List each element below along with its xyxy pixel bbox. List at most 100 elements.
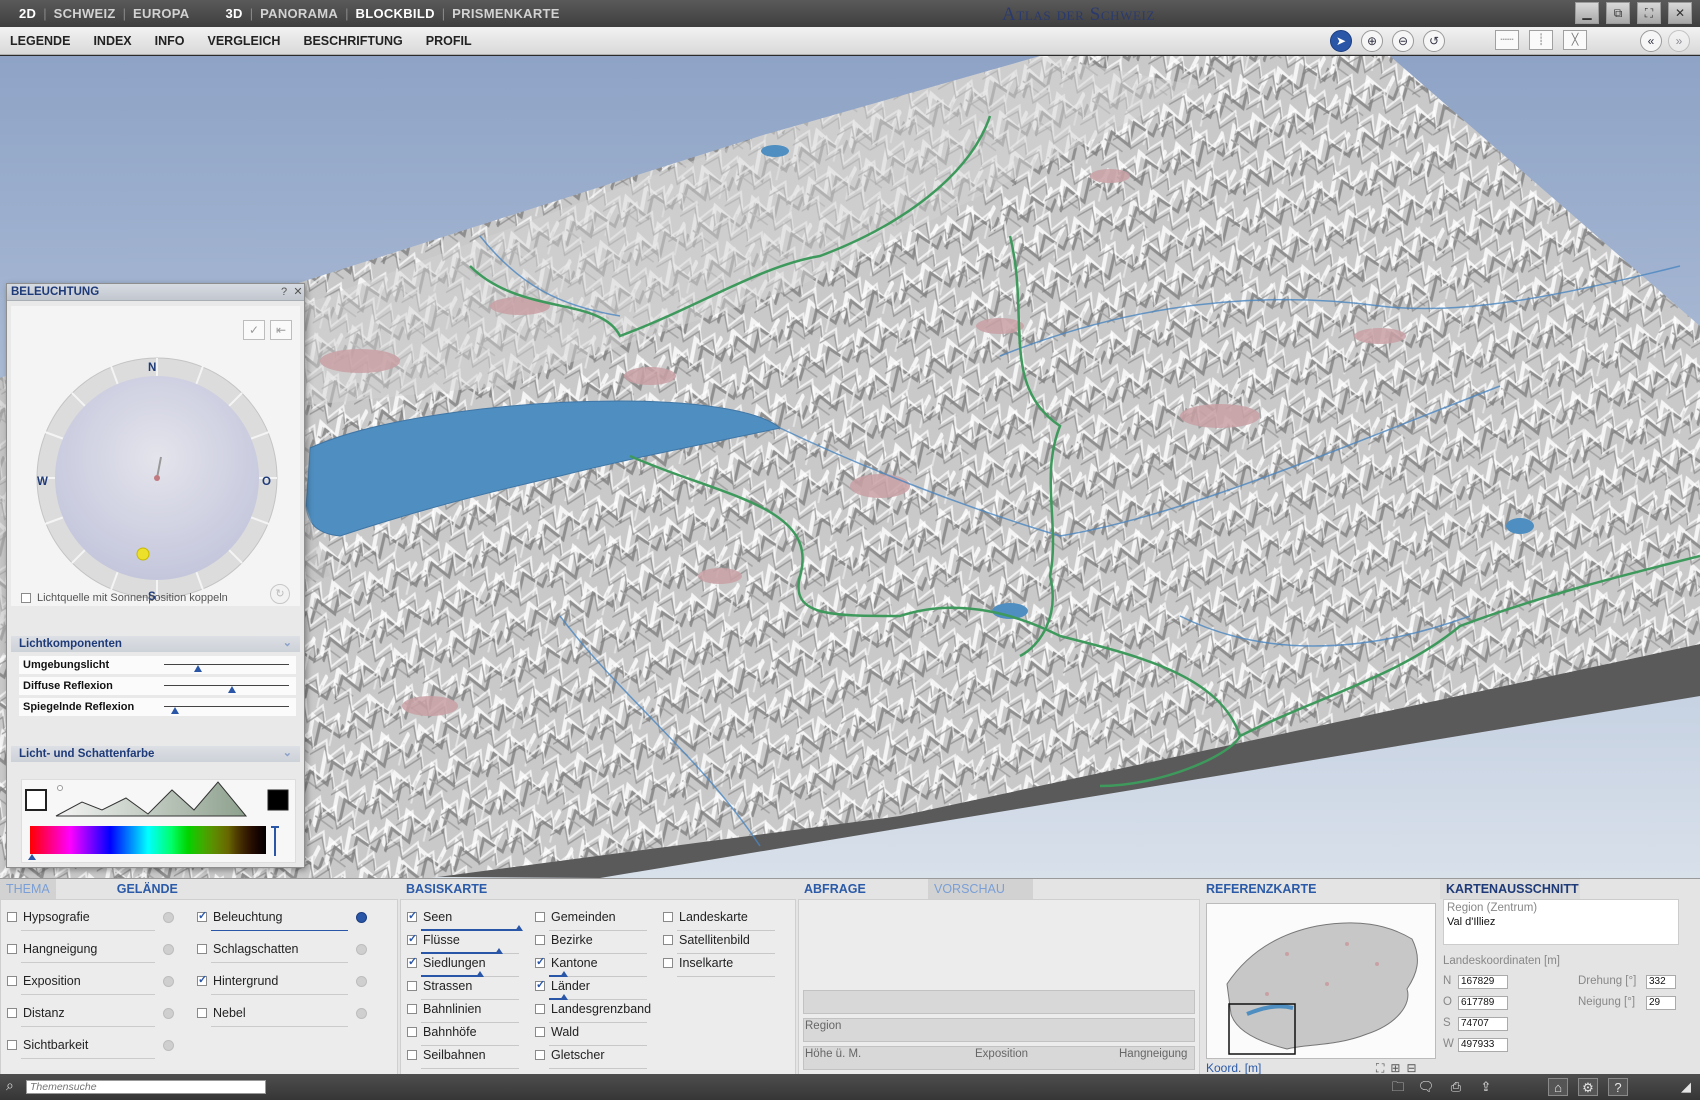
layer-item-hangneigung[interactable]: Hangneigung	[7, 942, 97, 956]
basemap-checkbox[interactable]	[407, 932, 417, 945]
layer-item-beleuchtung[interactable]: Beleuchtung	[197, 909, 283, 924]
mode-3d[interactable]: 3D	[219, 6, 250, 21]
help-icon[interactable]: ?	[277, 285, 291, 299]
menu-legende[interactable]: LEGENDE	[10, 34, 70, 48]
slider-track[interactable]	[164, 685, 289, 686]
layer-item-hintergrund[interactable]: Hintergrund	[197, 973, 278, 988]
layer-checkbox[interactable]	[7, 912, 17, 922]
layer-select-dot[interactable]	[356, 944, 367, 955]
tab-vorschau[interactable]: VORSCHAU	[928, 879, 1033, 899]
tab-referenzkarte[interactable]: REFERENZKARTE	[1200, 879, 1436, 899]
basemap-item-bahnhöfe[interactable]: Bahnhöfe	[407, 1025, 477, 1039]
menu-vergleich[interactable]: VERGLEICH	[208, 34, 281, 48]
basemap-checkbox[interactable]	[407, 1050, 417, 1060]
layer-checkbox[interactable]	[7, 944, 17, 954]
reference-map-canvas[interactable]	[1207, 904, 1435, 1058]
reference-map[interactable]	[1206, 903, 1436, 1059]
menu-profil[interactable]: PROFIL	[426, 34, 472, 48]
layer-select-dot[interactable]	[356, 1008, 367, 1019]
slider-thumb[interactable]	[171, 707, 180, 714]
basemap-item-siedlungen[interactable]: Siedlungen	[407, 955, 486, 970]
layer-checkbox[interactable]	[197, 944, 207, 954]
settings-icon[interactable]: ⚙	[1578, 1078, 1598, 1096]
rotation-field[interactable]: 332	[1646, 975, 1676, 989]
slider-thumb[interactable]	[227, 686, 236, 693]
reset-icon[interactable]: ⇤	[270, 320, 292, 340]
opacity-thumb[interactable]	[515, 925, 523, 931]
layer-select-dot[interactable]	[163, 1008, 174, 1019]
layer-select-dot[interactable]	[163, 944, 174, 955]
light-direction-compass[interactable]	[33, 354, 281, 602]
sync-icon[interactable]: ↻	[270, 584, 290, 604]
basemap-checkbox[interactable]	[663, 958, 673, 968]
layer-checkbox[interactable]	[197, 1008, 207, 1018]
export-icon[interactable]: ⇪	[1476, 1078, 1496, 1096]
print-icon[interactable]: ⎙	[1446, 1078, 1466, 1096]
color-ramp-editor[interactable]	[22, 780, 297, 864]
layer-item-nebel[interactable]: Nebel	[197, 1006, 246, 1020]
opacity-thumb[interactable]	[495, 948, 504, 954]
minimize-icon[interactable]: ▁	[1575, 2, 1599, 24]
apply-check-icon[interactable]: ✓	[243, 320, 265, 340]
folder-icon[interactable]: 🗀	[1388, 1078, 1408, 1096]
comment-icon[interactable]: 🗨	[1416, 1078, 1436, 1096]
basemap-checkbox[interactable]	[663, 935, 673, 945]
basemap-item-bahnlinien[interactable]: Bahnlinien	[407, 1002, 481, 1016]
mode-blockbild[interactable]: BLOCKBILD	[349, 6, 442, 21]
basemap-item-seilbahnen[interactable]: Seilbahnen	[407, 1048, 486, 1062]
tab-abfrage[interactable]: ABFRAGE	[798, 879, 918, 899]
menu-info[interactable]: INFO	[155, 34, 185, 48]
tab-thema[interactable]: THEMA	[0, 879, 56, 899]
basemap-item-seen[interactable]: Seen	[407, 909, 452, 924]
zoom-out-icon[interactable]: ⊖	[1392, 30, 1414, 52]
basemap-item-wald[interactable]: Wald	[535, 1025, 579, 1039]
layer-checkbox[interactable]	[197, 909, 207, 922]
basemap-checkbox[interactable]	[407, 1027, 417, 1037]
help-icon[interactable]: ?	[1608, 1078, 1628, 1096]
sun-coupling-checkbox[interactable]	[21, 593, 31, 603]
basemap-item-länder[interactable]: Länder	[535, 978, 590, 993]
horizontal-split-icon[interactable]: ┄┄	[1495, 30, 1519, 50]
layer-checkbox[interactable]	[7, 1040, 17, 1050]
opacity-thumb[interactable]	[559, 994, 568, 1000]
layer-select-dot[interactable]	[163, 1040, 174, 1051]
basemap-checkbox[interactable]	[407, 1004, 417, 1014]
vertical-split-icon[interactable]: ┊	[1529, 30, 1553, 50]
zoom-in-icon[interactable]: ⊕	[1361, 30, 1383, 52]
menu-index[interactable]: INDEX	[93, 34, 131, 48]
layer-item-hypsografie[interactable]: Hypsografie	[7, 910, 90, 924]
slider-track[interactable]	[164, 706, 289, 707]
layer-item-sichtbarkeit[interactable]: Sichtbarkeit	[7, 1038, 88, 1052]
home-icon[interactable]: ⌂	[1548, 1078, 1568, 1096]
layer-select-dot[interactable]	[356, 976, 367, 987]
basemap-item-kantone[interactable]: Kantone	[535, 955, 598, 970]
slider-track[interactable]	[164, 664, 289, 665]
lighting-panel-header[interactable]: BELEUCHTUNG	[7, 284, 304, 301]
basemap-item-landeskarte[interactable]: Landeskarte	[663, 910, 748, 924]
mode-panorama[interactable]: PANORAMA	[253, 6, 345, 21]
menu-beschriftung[interactable]: BESCHRIFTUNG	[303, 34, 402, 48]
tab-gelaende[interactable]: GELÄNDE	[110, 879, 184, 899]
basemap-item-strassen[interactable]: Strassen	[407, 979, 472, 993]
layer-select-dot[interactable]	[163, 976, 174, 987]
restore-icon[interactable]: ⧉	[1606, 2, 1630, 24]
basemap-checkbox[interactable]	[407, 909, 417, 922]
basemap-checkbox[interactable]	[663, 912, 673, 922]
mode-schweiz[interactable]: SCHWEIZ	[47, 6, 123, 21]
basemap-checkbox[interactable]	[535, 912, 545, 922]
basemap-checkbox[interactable]	[535, 978, 545, 991]
tilt-field[interactable]: 29	[1646, 996, 1676, 1010]
no-split-icon[interactable]: ╳	[1563, 30, 1587, 50]
pointer-icon[interactable]: ➤	[1330, 30, 1352, 52]
basemap-checkbox[interactable]	[535, 1027, 545, 1037]
coord-s-field[interactable]: 74707	[1458, 1017, 1508, 1031]
tab-basiskarte[interactable]: BASISKARTE	[400, 879, 494, 899]
basemap-checkbox[interactable]	[535, 935, 545, 945]
mode-europa[interactable]: EUROPA	[126, 6, 196, 21]
close-panel-icon[interactable]: ✕	[291, 285, 305, 299]
coord-n-field[interactable]: 167829	[1458, 975, 1508, 989]
light-shadow-color-header[interactable]: Licht- und Schattenfarbe ⌄	[11, 746, 300, 762]
layer-item-exposition[interactable]: Exposition	[7, 974, 81, 988]
basemap-checkbox[interactable]	[407, 955, 417, 968]
basemap-checkbox[interactable]	[535, 1004, 545, 1014]
